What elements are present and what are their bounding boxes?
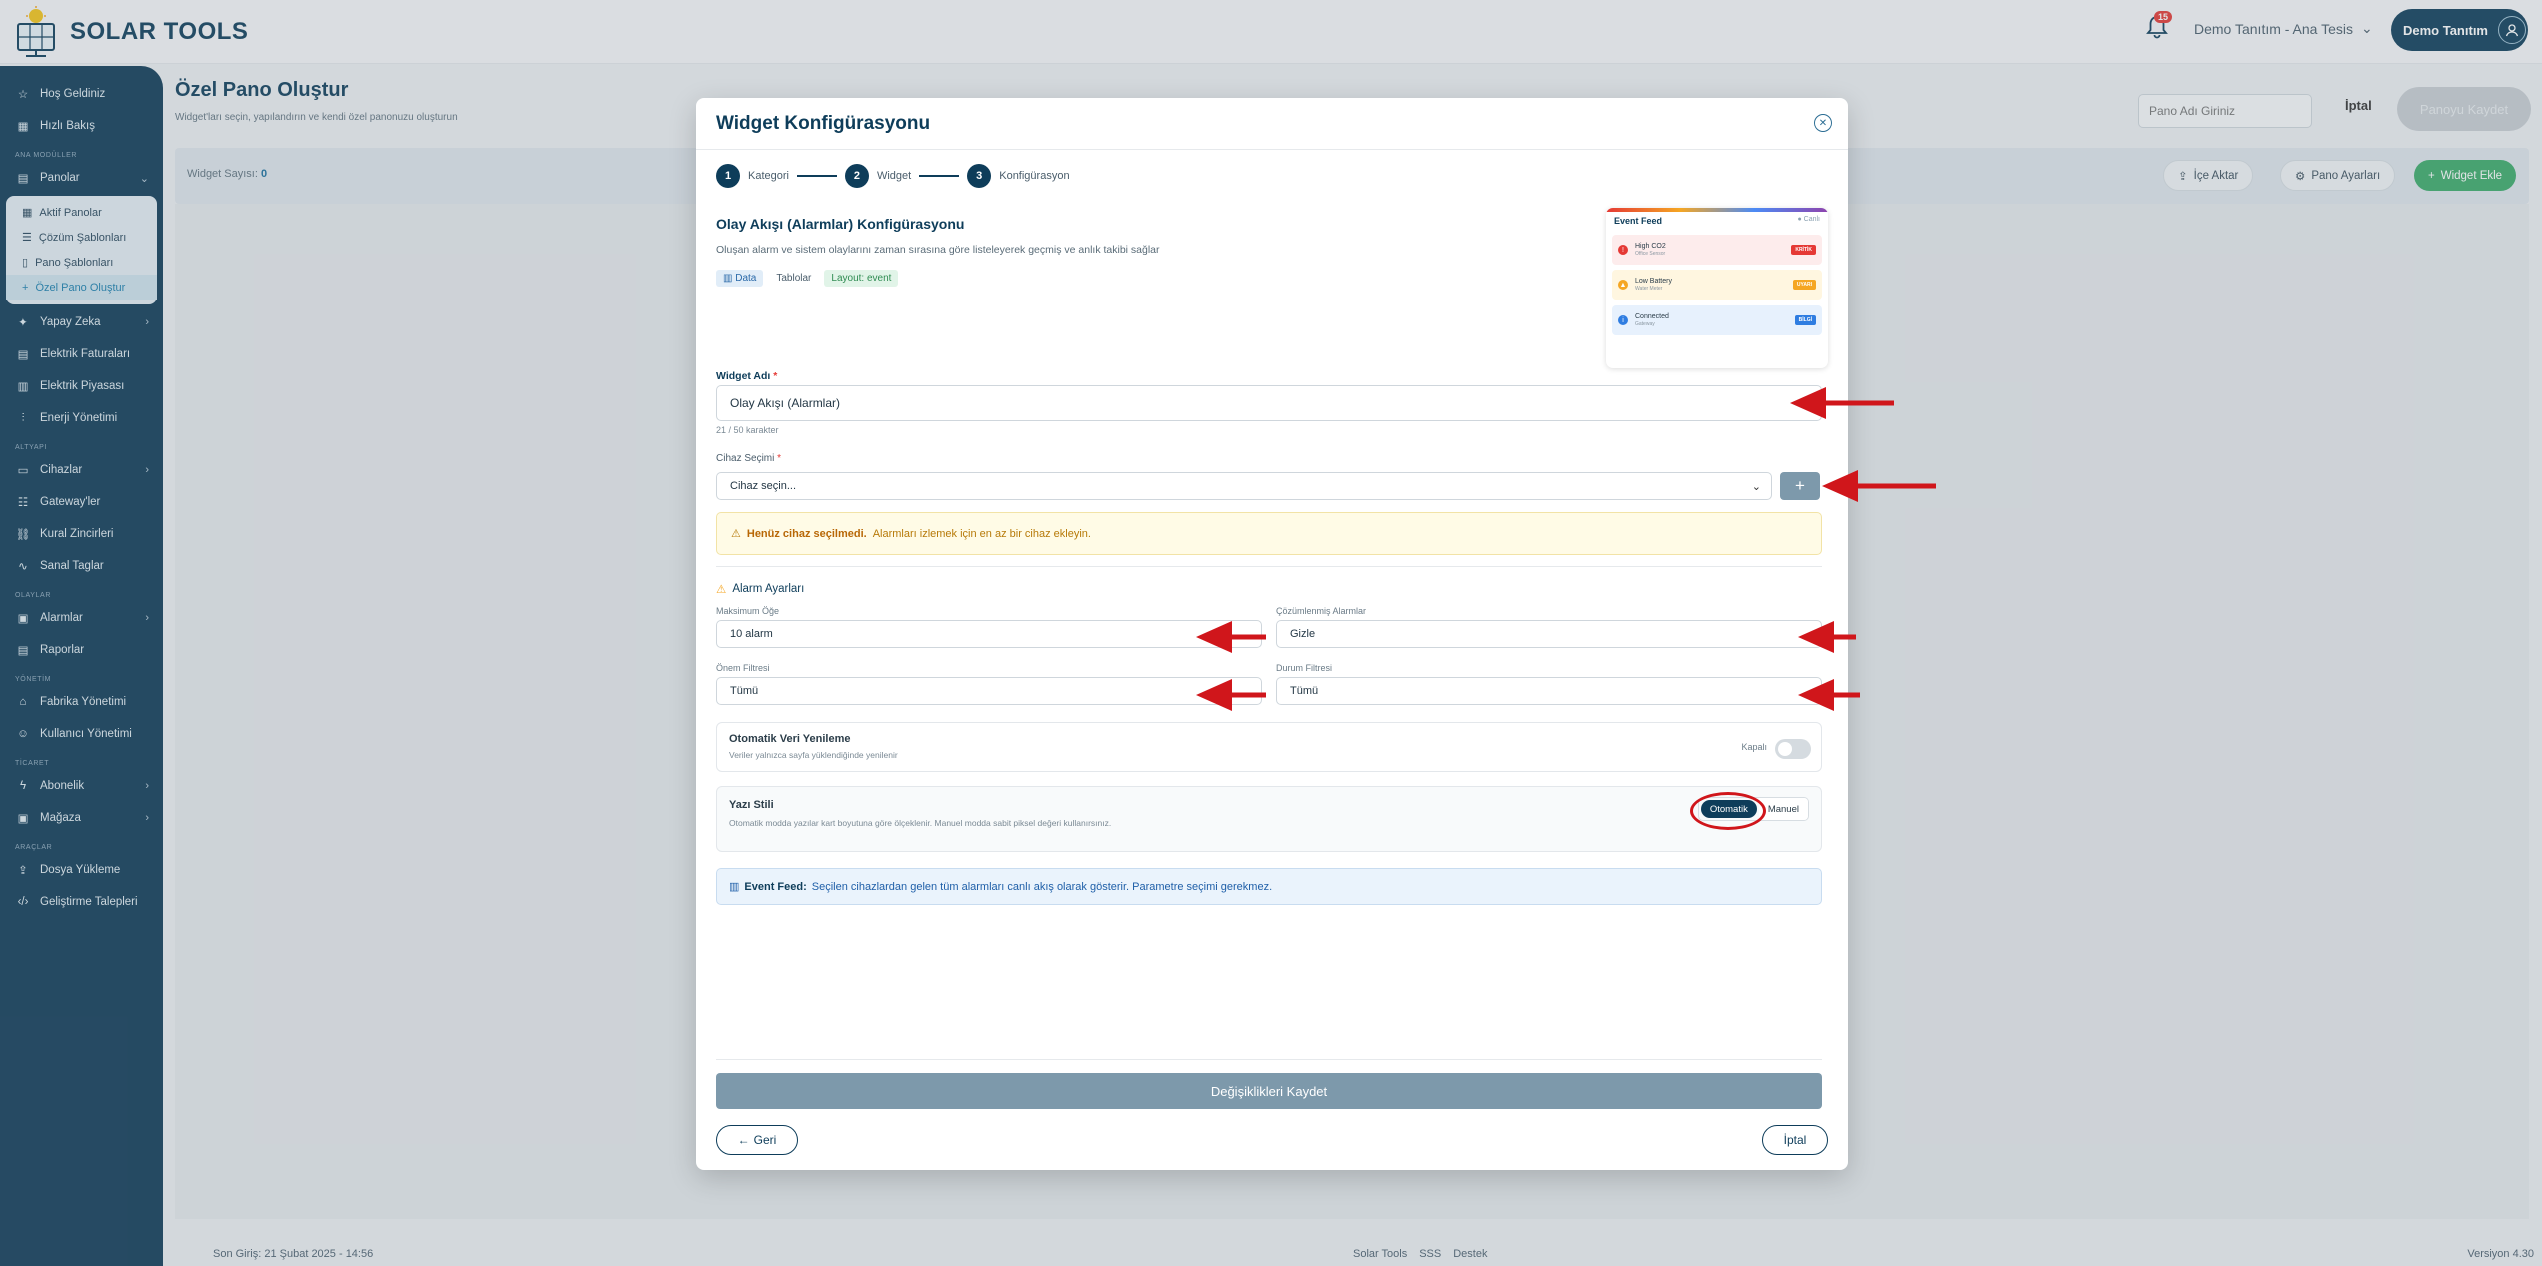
preview-header: Event Feed ● Canlı	[1614, 216, 1820, 226]
preview-row: ! High CO2 Office Sensor KRİTİK	[1612, 235, 1822, 265]
auto-refresh-description: Veriler yalnızca sayfa yüklendiğinde yen…	[729, 750, 898, 760]
tag-tables: Tablolar	[769, 270, 819, 287]
device-selection-label: Cihaz Seçimi *	[716, 453, 782, 464]
font-style-title: Yazı Stili	[729, 799, 774, 811]
severity-filter-label: Önem Filtresi	[716, 663, 770, 673]
preview-row: ▲ Low Battery Water Meter UYARI	[1612, 270, 1822, 300]
config-title: Olay Akışı (Alarmlar) Konfigürasyonu	[716, 216, 965, 232]
step-2-number[interactable]: 2	[844, 164, 869, 188]
widget-name-input[interactable]: Olay Akışı (Alarmlar)	[716, 385, 1822, 421]
auto-refresh-state: Kapalı	[1741, 742, 1767, 752]
max-items-select[interactable]: 10 alarm	[716, 620, 1262, 648]
divider	[716, 566, 1822, 567]
tag-data: ▥ Data	[716, 270, 764, 287]
widget-name-label: Widget Adı *	[716, 370, 778, 382]
widget-tags: ▥ Data Tablolar Layout: event	[716, 270, 899, 287]
annotation-arrow	[1790, 387, 1894, 419]
annotation-arrow	[1798, 679, 1860, 711]
resolved-alarms-select[interactable]: Gizle	[1276, 620, 1822, 648]
plus-icon: +	[1795, 476, 1805, 495]
widget-preview: Event Feed ● Canlı ! High CO2 Office Senso…	[1606, 208, 1828, 368]
severity-badge: BİLGİ	[1794, 315, 1816, 325]
resolved-alarms-label: Çözümlenmiş Alarmlar	[1276, 606, 1367, 616]
chart-icon: ▥	[729, 881, 740, 893]
error-icon: !	[1618, 245, 1628, 255]
config-description: Oluşan alarm ve sistem olaylarını zaman …	[716, 244, 1160, 256]
severity-badge: UYARI	[1792, 280, 1816, 290]
severity-filter-select[interactable]: Tümü	[716, 677, 1262, 705]
alarm-settings-title: ⚠ Alarm Ayarları	[716, 583, 805, 596]
auto-refresh-card: Otomatik Veri Yenileme Veriler yalnızca …	[716, 722, 1822, 772]
warning-icon: ▲	[1618, 280, 1628, 290]
status-filter-label: Durum Filtresi	[1276, 663, 1333, 673]
font-style-card: Yazı Stili Otomatik modda yazılar kart b…	[716, 786, 1822, 852]
arrow-left-icon: ←	[737, 1133, 750, 1147]
event-feed-info: ▥ Event Feed: Seçilen cihazlardan gelen …	[716, 868, 1822, 905]
chevron-down-icon: ⌄	[1751, 480, 1761, 493]
status-filter-select[interactable]: Tümü	[1276, 677, 1822, 705]
step-connector	[919, 175, 960, 177]
add-device-button[interactable]: +	[1780, 472, 1820, 500]
back-button[interactable]: ← Geri	[716, 1125, 798, 1155]
modal-divider	[696, 149, 1848, 150]
annotation-arrow	[1798, 621, 1856, 653]
step-1-number[interactable]: 1	[716, 164, 740, 188]
annotation-arrow	[1196, 679, 1266, 711]
step-3-label: Konfigürasyon	[999, 170, 1070, 182]
font-style-description: Otomatik modda yazılar kart boyutuna gör…	[729, 818, 1112, 828]
stepper: 1 Kategori 2 Widget 3 Konfigürasyon	[716, 164, 1070, 188]
divider	[716, 1059, 1822, 1060]
warning-icon: ⚠	[731, 528, 741, 540]
char-counter: 21 / 50 karakter	[716, 425, 779, 435]
tag-layout: Layout: event	[824, 270, 899, 287]
chart-icon: ▥	[723, 273, 736, 284]
cancel-button[interactable]: İptal	[1762, 1125, 1828, 1155]
no-device-warning: ⚠ Henüz cihaz seçilmedi. Alarmları izlem…	[716, 512, 1822, 555]
step-3-number[interactable]: 3	[967, 164, 992, 188]
step-1-label: Kategori	[748, 170, 789, 182]
auto-refresh-toggle[interactable]	[1775, 739, 1811, 759]
auto-refresh-title: Otomatik Veri Yenileme	[729, 733, 851, 745]
max-items-label: Maksimum Öğe	[716, 606, 780, 616]
device-select[interactable]: Cihaz seçin... ⌄	[716, 472, 1772, 500]
info-icon: i	[1618, 315, 1628, 325]
font-style-manual-option[interactable]: Manuel	[1758, 798, 1808, 820]
preview-row: i Connected Gateway BİLGİ	[1612, 305, 1822, 335]
annotation-arrow	[1822, 470, 1936, 502]
step-2-label: Widget	[876, 170, 912, 182]
step-connector	[796, 175, 837, 177]
annotation-arrow	[1196, 621, 1266, 653]
warning-icon: ⚠	[716, 584, 727, 596]
widget-config-modal: Widget Konfigürasyonu ✕ 1 Kategori 2 Wid…	[696, 98, 1848, 1170]
annotation-circle	[1690, 792, 1766, 830]
severity-badge: KRİTİK	[1791, 245, 1816, 255]
close-icon[interactable]: ✕	[1814, 114, 1832, 132]
modal-title: Widget Konfigürasyonu	[716, 113, 931, 134]
save-changes-button[interactable]: Değişiklikleri Kaydet	[716, 1073, 1822, 1109]
